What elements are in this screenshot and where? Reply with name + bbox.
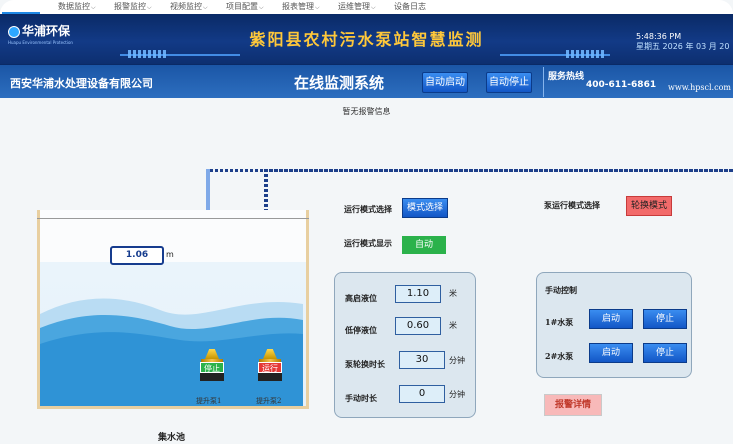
alarm-detail-button[interactable]: 报警详情	[544, 394, 602, 416]
alarm-message: 暂无报警信息	[342, 107, 391, 116]
pump1-start-button[interactable]: 启动	[589, 309, 633, 329]
company-name: 西安华浦水处理设备有限公司	[10, 77, 153, 90]
manual-time-unit: 分钟	[449, 390, 465, 399]
pump1-name: 提升泵1	[196, 397, 222, 405]
level-unit: m	[166, 250, 174, 259]
high-level-field[interactable]: 1.10	[395, 285, 441, 303]
manual-control-title: 手动控制	[545, 285, 577, 295]
menu-label: 报表管理	[282, 2, 314, 11]
pump-base	[200, 373, 224, 381]
level-readout: 1.06	[110, 246, 164, 265]
alarm-banner: 暂无报警信息	[0, 98, 733, 124]
chevron-down-icon: ⌵	[371, 4, 376, 11]
website[interactable]: www.hpscl.com	[668, 83, 731, 92]
pump-head	[263, 349, 277, 359]
chevron-down-icon: ⌵	[203, 4, 208, 11]
system-title: 在线监测系统	[294, 74, 385, 92]
manual-time-field[interactable]: 0	[399, 385, 445, 403]
header-decoration	[128, 50, 168, 58]
hotline-label: 服务热线	[548, 72, 585, 82]
menu-label: 项目配置	[226, 2, 258, 11]
rotate-time-field[interactable]: 30	[399, 351, 445, 369]
pump-head	[205, 349, 219, 359]
main-area: 1.06 m 停止 提升泵1 运行 提升泵2 集水池 运行模式选择 模式选择 运…	[0, 124, 733, 444]
menu-item-project-config[interactable]: 项目配置⌵	[226, 1, 264, 12]
pump-base	[258, 373, 282, 381]
pump1: 停止	[200, 349, 224, 381]
tank-name: 集水池	[158, 433, 186, 443]
pump1-status-badge: 停止	[200, 362, 224, 373]
pump1-label: 1#水泵	[545, 317, 574, 327]
header-decoration	[566, 50, 606, 58]
chevron-down-icon: ⌵	[259, 4, 264, 11]
menu-item-alarm-monitor[interactable]: 报警监控⌵	[114, 1, 152, 12]
pump2-label: 2#水泵	[545, 351, 574, 361]
page-title: 紫阳县农村污水泵站智慧监测	[249, 30, 484, 49]
menu-item-reports[interactable]: 报表管理⌵	[282, 1, 320, 12]
menu-item-ops[interactable]: 运维管理⌵	[338, 1, 376, 12]
mode-display-value: 自动	[402, 236, 446, 254]
clock-time: 5:48:36 PM	[636, 32, 682, 41]
auto-stop-button[interactable]: 自动停止	[486, 72, 532, 93]
screen: 数据监控⌵ 报警监控⌵ 视频监控⌵ 项目配置⌵ 报表管理⌵ 运维管理⌵ 设备日志…	[0, 0, 733, 444]
top-menu: 数据监控⌵ 报警监控⌵ 视频监控⌵ 项目配置⌵ 报表管理⌵ 运维管理⌵ 设备日志	[0, 0, 733, 14]
divider	[543, 67, 544, 97]
high-level-label: 高启液位	[345, 293, 377, 303]
chevron-down-icon: ⌵	[91, 4, 96, 11]
sub-header: 西安华浦水处理设备有限公司 在线监测系统 自动启动 自动停止 服务热线 400-…	[0, 64, 733, 99]
rotate-time-unit: 分钟	[449, 356, 465, 365]
chevron-down-icon: ⌵	[315, 4, 320, 11]
manual-control-panel: 手动控制 1#水泵 启动 停止 2#水泵 启动 停止	[536, 272, 692, 378]
low-level-label: 低停液位	[345, 325, 377, 335]
params-panel: 高启液位 1.10 米 低停液位 0.60 米 泵轮换时长 30 分钟 手动时长…	[334, 272, 476, 418]
mode-select-button[interactable]: 模式选择	[402, 198, 448, 218]
header-banner: 华浦环保 Huapu Environmental Protection 紫阳县农…	[0, 14, 733, 64]
mode-select-label: 运行模式选择	[344, 204, 392, 214]
manual-time-label: 手动时长	[345, 393, 377, 403]
hotline-number: 400-611-6861	[586, 80, 657, 90]
mode-display-label: 运行模式显示	[344, 238, 392, 248]
menu-label: 报警监控	[114, 2, 146, 11]
clock-date: 星期五 2026 年 03 月 20 日	[636, 42, 733, 51]
auto-start-button[interactable]: 自动启动	[422, 72, 468, 93]
datetime: 5:48:36 PM 星期五 2026 年 03 月 20 日	[636, 32, 733, 52]
pump1-stop-button[interactable]: 停止	[643, 309, 687, 329]
pump2-name: 提升泵2	[256, 397, 282, 405]
water	[40, 298, 303, 406]
pump-mode-button[interactable]: 轮换模式	[626, 196, 672, 216]
menu-label: 数据监控	[58, 2, 90, 11]
menu-label: 运维管理	[338, 2, 370, 11]
menu-label: 设备日志	[394, 2, 426, 11]
menu-item-video-monitor[interactable]: 视频监控⌵	[170, 1, 208, 12]
pump2: 运行	[258, 349, 282, 381]
pipe-top-2	[264, 169, 733, 172]
pump-mode-label: 泵运行模式选择	[544, 200, 600, 210]
tank-rim	[37, 218, 309, 219]
high-level-unit: 米	[449, 289, 457, 298]
menu-item-data-monitor[interactable]: 数据监控⌵	[58, 1, 96, 12]
pump2-status-badge: 运行	[258, 362, 282, 373]
chevron-down-icon: ⌵	[147, 4, 152, 11]
low-level-unit: 米	[449, 321, 457, 330]
low-level-field[interactable]: 0.60	[395, 317, 441, 335]
pump2-stop-button[interactable]: 停止	[643, 343, 687, 363]
menu-label: 视频监控	[170, 2, 202, 11]
rotate-time-label: 泵轮换时长	[345, 359, 385, 369]
menu-item-device-log[interactable]: 设备日志	[394, 1, 426, 12]
pump2-start-button[interactable]: 启动	[589, 343, 633, 363]
